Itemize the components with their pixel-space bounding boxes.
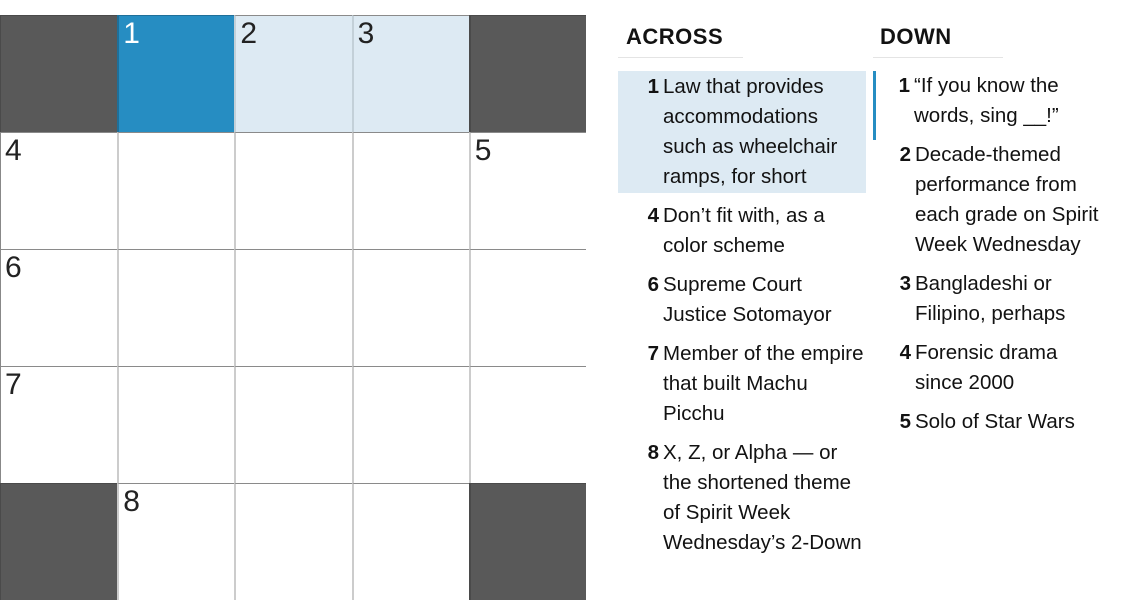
clue-number: 6	[647, 273, 659, 296]
clue-number: 5	[899, 410, 911, 433]
block-cell	[0, 15, 118, 132]
clue-across-4[interactable]: 4 Don’t fit with, as a color scheme	[618, 201, 866, 270]
clue-down-1[interactable]: 1 “If you know the words, sing __!”	[873, 71, 1103, 140]
cell-number: 3	[357, 17, 375, 50]
grid-cell[interactable]	[468, 249, 586, 366]
clue-text: Solo of Star Wars	[915, 410, 1075, 433]
cell-number: 2	[240, 17, 258, 50]
clue-number: 1	[647, 75, 659, 98]
clue-down-3[interactable]: 3 Bangladeshi or Filipino, perhaps	[873, 269, 1103, 338]
grid-cell[interactable]	[234, 249, 352, 366]
clue-text: Decade-themed performance from each grad…	[915, 143, 1099, 256]
clue-number: 8	[647, 441, 659, 464]
grid-cell[interactable]	[234, 132, 352, 249]
grid-cell[interactable]	[234, 483, 352, 600]
clue-number: 4	[647, 204, 659, 227]
cell-number: 1	[123, 17, 140, 50]
clue-number: 7	[647, 342, 659, 365]
clue-number: 1	[898, 74, 910, 97]
grid-cell[interactable]: 4	[0, 132, 118, 249]
grid-cell[interactable]	[351, 366, 469, 483]
cell-number: 6	[5, 251, 22, 284]
grid-cell[interactable]	[117, 249, 235, 366]
clue-text: Supreme Court Justice Sotomayor	[663, 273, 832, 326]
clue-across-1[interactable]: 1 Law that provides accommodations such a…	[618, 71, 866, 193]
down-clues: DOWN 1 “If you know the words, sing __!” 2…	[873, 0, 1103, 446]
grid-cell[interactable]: 1	[117, 15, 235, 132]
clue-number: 2	[899, 143, 911, 166]
grid-cell[interactable]	[234, 366, 352, 483]
block-cell	[468, 483, 586, 600]
clue-text: X, Z, or Alpha — or the shortened theme …	[663, 441, 862, 554]
grid-cell[interactable]	[351, 483, 469, 600]
grid-cell[interactable]: 5	[468, 132, 586, 249]
grid-cell[interactable]	[351, 249, 469, 366]
across-heading: ACROSS	[618, 0, 743, 58]
grid-cell[interactable]: 8	[117, 483, 235, 600]
clue-panel: ACROSS 1 Law that provides accommodations…	[618, 0, 1138, 612]
grid-cell[interactable]: 3	[351, 15, 469, 132]
clue-down-4[interactable]: 4 Forensic drama since 2000	[873, 338, 1103, 407]
clue-across-7[interactable]: 7 Member of the empire that built Machu P…	[618, 339, 866, 438]
clue-down-5[interactable]: 5 Solo of Star Wars	[873, 407, 1103, 446]
across-clues: ACROSS 1 Law that provides accommodations…	[618, 0, 866, 567]
clue-text: Forensic drama since 2000	[915, 341, 1058, 394]
grid-cell[interactable]	[351, 132, 469, 249]
grid-cell[interactable]	[117, 366, 235, 483]
block-cell	[468, 15, 586, 132]
clue-text: Member of the empire that built Machu Pi…	[663, 342, 864, 425]
clue-text: “If you know the words, sing __!”	[914, 74, 1059, 127]
clue-text: Law that provides accommodations such as…	[663, 75, 838, 188]
clue-across-6[interactable]: 6 Supreme Court Justice Sotomayor	[618, 270, 866, 339]
down-clue-list: 1 “If you know the words, sing __!” 2 Decad…	[873, 71, 1103, 446]
grid-cell[interactable]	[468, 366, 586, 483]
grid-cell[interactable]	[117, 132, 235, 249]
down-heading: DOWN	[873, 0, 1003, 58]
clue-number: 3	[899, 272, 911, 295]
block-cell	[0, 483, 118, 600]
cell-number: 5	[474, 134, 492, 167]
cell-number: 4	[5, 134, 22, 167]
across-clue-list: 1 Law that provides accommodations such a…	[618, 71, 866, 567]
grid-cell[interactable]: 6	[0, 249, 118, 366]
clue-down-2[interactable]: 2 Decade-themed performance from each gra…	[873, 140, 1103, 269]
clue-number: 4	[899, 341, 911, 364]
grid-cell[interactable]: 7	[0, 366, 118, 483]
clue-text: Bangladeshi or Filipino, perhaps	[915, 272, 1066, 325]
grid-cell[interactable]: 2	[234, 15, 352, 132]
cell-number: 7	[5, 368, 22, 401]
cell-number: 8	[123, 485, 140, 518]
clue-text: Don’t fit with, as a color scheme	[663, 204, 825, 257]
clue-across-8[interactable]: 8 X, Z, or Alpha — or the shortened theme…	[618, 438, 866, 567]
crossword-grid: 1 2 3 4 5 6 7 8	[0, 15, 586, 600]
